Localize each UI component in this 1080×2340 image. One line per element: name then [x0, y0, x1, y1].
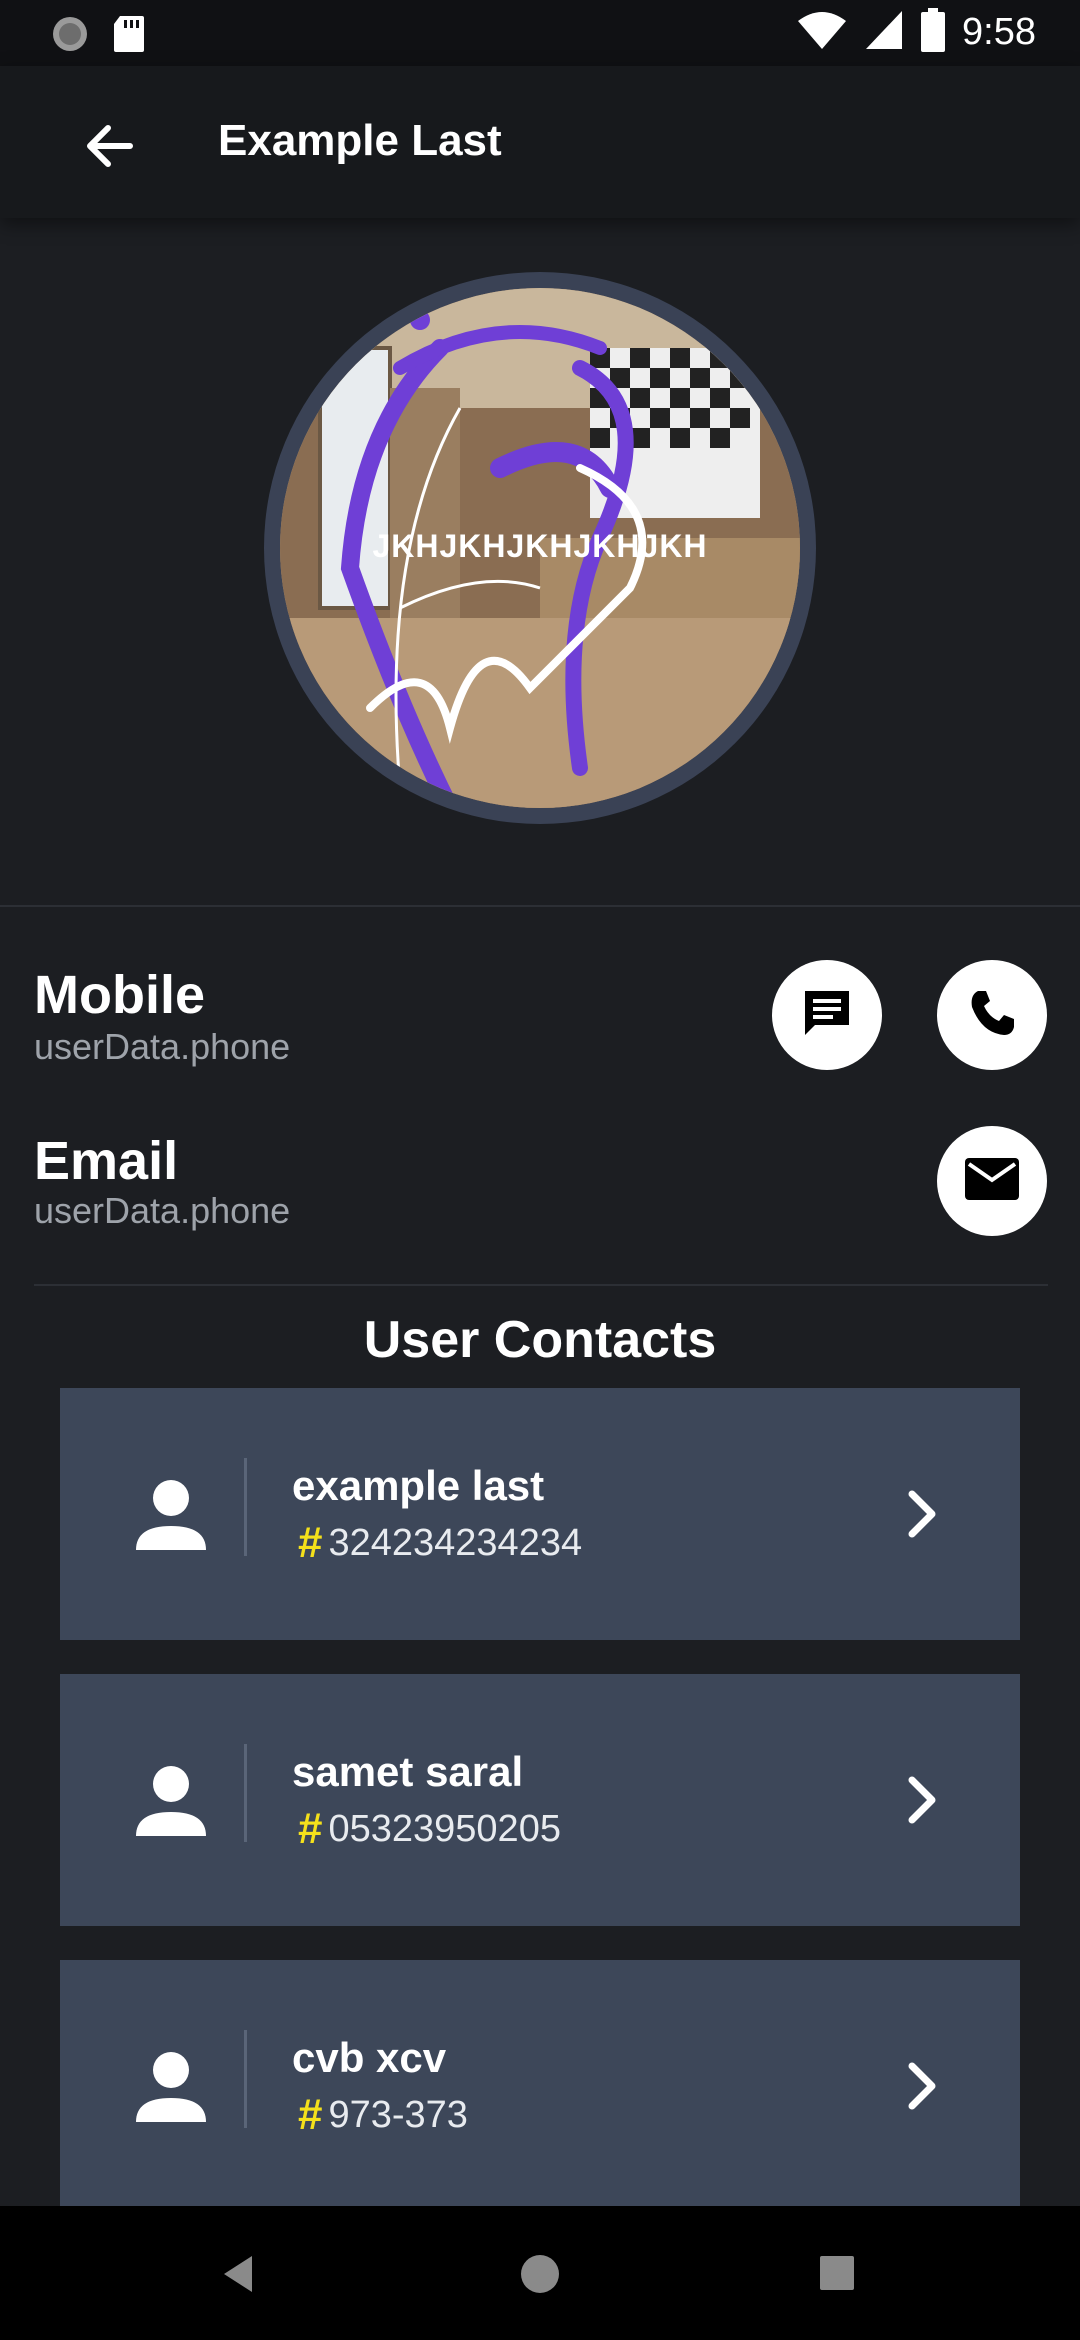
- sync-icon: [50, 14, 90, 59]
- contact-name: cvb xcv: [292, 2034, 447, 2081]
- divider: [0, 905, 1080, 907]
- contact-phone: # 324234234234: [298, 1518, 582, 1568]
- hash-icon: #: [298, 1518, 323, 1567]
- person-icon: [126, 2042, 216, 2132]
- navigation-bar: [0, 2206, 1080, 2340]
- email-button[interactable]: [937, 1126, 1047, 1236]
- hash-icon: #: [298, 2090, 323, 2139]
- sd-card-icon: [112, 14, 146, 59]
- contact-name: example last: [292, 1462, 545, 1509]
- hash-icon: #: [298, 1804, 323, 1853]
- status-bar: 9:58: [0, 0, 1080, 66]
- nav-home-icon[interactable]: [512, 2246, 568, 2302]
- person-icon: [126, 1756, 216, 1846]
- battery-icon: [920, 8, 946, 57]
- card-divider: [244, 1458, 247, 1556]
- chevron-right-icon: [892, 1770, 952, 1830]
- app-bar: Example Last: [0, 66, 1080, 218]
- section-title: User Contacts: [363, 1311, 717, 1369]
- card-divider: [244, 2030, 247, 2128]
- email-label: Email: [34, 1131, 179, 1191]
- contact-phone-number: 973-373: [328, 2093, 468, 2136]
- mail-icon: [963, 1156, 1021, 1207]
- message-icon: [799, 985, 855, 1046]
- email-value: userData.phone: [34, 1190, 291, 1231]
- contact-phone-number: 05323950205: [328, 1807, 561, 1850]
- contact-card[interactable]: samet saral # 05323950205: [60, 1674, 1020, 1926]
- nav-recents-icon[interactable]: [810, 2246, 866, 2302]
- call-button[interactable]: [937, 960, 1047, 1070]
- signal-icon: [864, 9, 904, 56]
- avatar-overlay-text: JKHJKHJKHJKHJKH: [372, 528, 708, 564]
- chevron-right-icon: [892, 1484, 952, 1544]
- avatar[interactable]: JKHJKHJKHJKHJKH: [280, 288, 800, 808]
- message-button[interactable]: [772, 960, 882, 1070]
- mobile-value: userData.phone: [34, 1026, 291, 1067]
- contact-phone: # 973-373: [298, 2090, 468, 2140]
- mobile-label: Mobile: [34, 965, 205, 1025]
- chevron-right-icon: [892, 2056, 952, 2116]
- contact-card[interactable]: example last # 324234234234: [60, 1388, 1020, 1640]
- card-divider: [244, 1744, 247, 1842]
- clock: 9:58: [962, 11, 1036, 53]
- nav-back-icon[interactable]: [212, 2246, 268, 2302]
- arrow-back-icon[interactable]: [78, 114, 142, 178]
- contact-name: samet saral: [292, 1748, 524, 1795]
- wifi-icon: [796, 9, 848, 56]
- person-icon: [126, 1470, 216, 1560]
- page-title: Example Last: [218, 116, 502, 165]
- contact-phone: # 05323950205: [298, 1804, 561, 1854]
- phone-icon: [964, 985, 1020, 1046]
- contact-card[interactable]: cvb xcv # 973-373: [60, 1960, 1020, 2206]
- contact-phone-number: 324234234234: [328, 1521, 583, 1564]
- divider: [34, 1284, 1048, 1286]
